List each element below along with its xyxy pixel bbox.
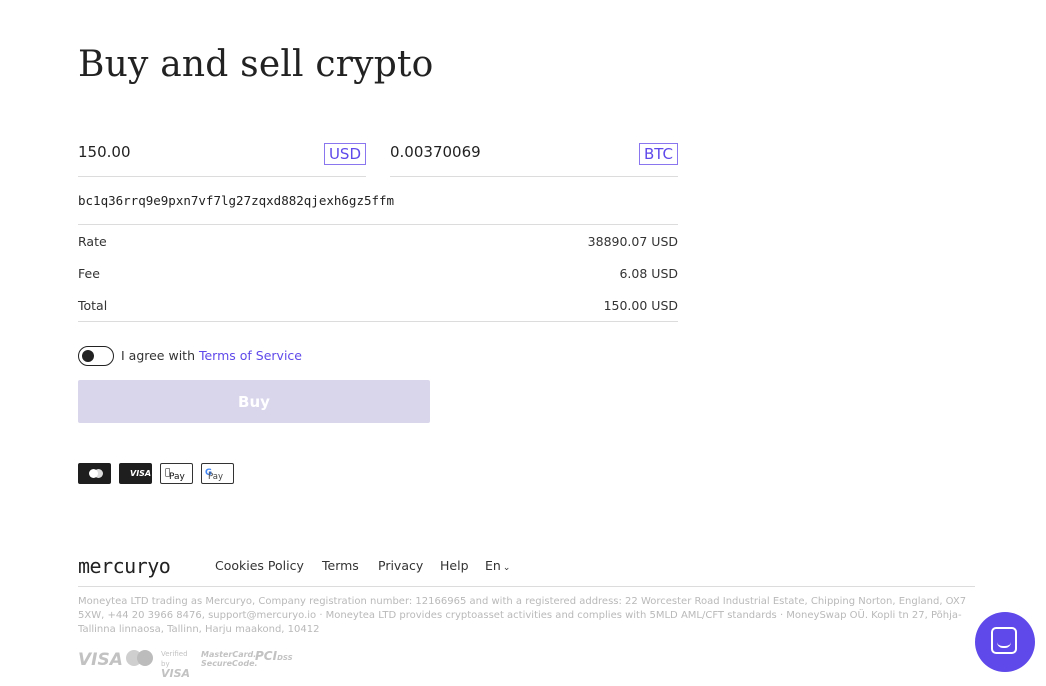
page-title: Buy and sell crypto bbox=[78, 44, 434, 85]
mastercard-securecode-badge: MasterCard. SecureCode. bbox=[201, 650, 258, 668]
rate-row: Rate 38890.07 USD bbox=[78, 225, 678, 257]
receive-currency-selector[interactable]: BTC bbox=[638, 143, 678, 165]
dss-text: DSS bbox=[277, 654, 293, 662]
verified-visa-text: VISA bbox=[161, 667, 191, 680]
language-label: En bbox=[485, 558, 501, 573]
visa-icon-label: VISA bbox=[130, 469, 152, 478]
order-summary: Rate 38890.07 USD Fee 6.08 USD Total 150… bbox=[78, 225, 678, 322]
pay-amount-field[interactable]: 150.00 USD bbox=[78, 136, 366, 177]
agreement-text: I agree with Terms of Service bbox=[121, 348, 302, 363]
apple-pay-label: Pay bbox=[169, 472, 185, 482]
chevron-down-icon: ⌄ bbox=[502, 563, 511, 573]
language-selector[interactable]: En ⌄ bbox=[485, 558, 510, 573]
buy-button[interactable]: Buy bbox=[78, 380, 430, 423]
chat-launcher-button[interactable] bbox=[975, 612, 1035, 672]
mastercard-badge-icon bbox=[126, 650, 156, 666]
total-label: Total bbox=[78, 298, 108, 313]
apple-pay-icon: Pay bbox=[160, 463, 193, 484]
mastercard-text: MasterCard. bbox=[201, 650, 257, 659]
pci-dss-badge: PCIDSS bbox=[255, 649, 293, 663]
pay-currency-selector[interactable]: USD bbox=[323, 143, 366, 165]
google-pay-icon: G Pay bbox=[201, 463, 234, 484]
verified-by-visa-badge: Verified by VISA bbox=[161, 649, 190, 680]
footer-link-cookies-policy[interactable]: Cookies Policy bbox=[215, 558, 304, 573]
rate-label: Rate bbox=[78, 234, 107, 249]
footer-link-help[interactable]: Help bbox=[440, 558, 469, 573]
agreement-label: I agree with bbox=[121, 348, 195, 363]
fee-label: Fee bbox=[78, 266, 100, 281]
legal-disclaimer: Moneytea LTD trading as Mercuryo, Compan… bbox=[78, 596, 967, 635]
wallet-address-input[interactable]: bc1q36rrq9e9pxn7vf7lg27zqxd882qjexh6gz5f… bbox=[78, 193, 394, 208]
fee-value: 6.08 USD bbox=[619, 266, 678, 281]
mastercard-icon bbox=[78, 463, 111, 484]
chat-bubble-icon bbox=[991, 627, 1017, 654]
visa-icon: VISA bbox=[119, 463, 152, 484]
fee-row: Fee 6.08 USD bbox=[78, 257, 678, 289]
google-pay-label: Pay bbox=[208, 472, 223, 482]
terms-toggle[interactable] bbox=[78, 346, 114, 366]
terms-of-service-link[interactable]: Terms of Service bbox=[199, 348, 302, 363]
receive-amount-input[interactable]: 0.00370069 bbox=[390, 143, 481, 161]
total-value: 150.00 USD bbox=[603, 298, 678, 313]
rate-value: 38890.07 USD bbox=[587, 234, 678, 249]
page: Buy and sell crypto 150.00 USD 0.0037006… bbox=[0, 0, 1046, 686]
wallet-address-field[interactable]: bc1q36rrq9e9pxn7vf7lg27zqxd882qjexh6gz5f… bbox=[78, 176, 678, 225]
toggle-knob bbox=[82, 350, 94, 362]
visa-badge: VISA bbox=[78, 650, 123, 670]
securecode-text: SecureCode. bbox=[201, 659, 258, 668]
pay-amount-input[interactable]: 150.00 bbox=[78, 143, 131, 161]
total-row: Total 150.00 USD bbox=[78, 289, 678, 321]
footer-link-terms[interactable]: Terms bbox=[322, 558, 359, 573]
receive-amount-field[interactable]: 0.00370069 BTC bbox=[390, 136, 678, 177]
pci-text: PCI bbox=[255, 649, 278, 663]
mercuryo-logo[interactable]: mercuryo bbox=[78, 554, 171, 578]
footer-link-privacy[interactable]: Privacy bbox=[378, 558, 423, 573]
footer-nav: mercuryo Cookies Policy Terms Privacy He… bbox=[78, 552, 975, 587]
verified-by-text: Verified by bbox=[161, 650, 188, 668]
